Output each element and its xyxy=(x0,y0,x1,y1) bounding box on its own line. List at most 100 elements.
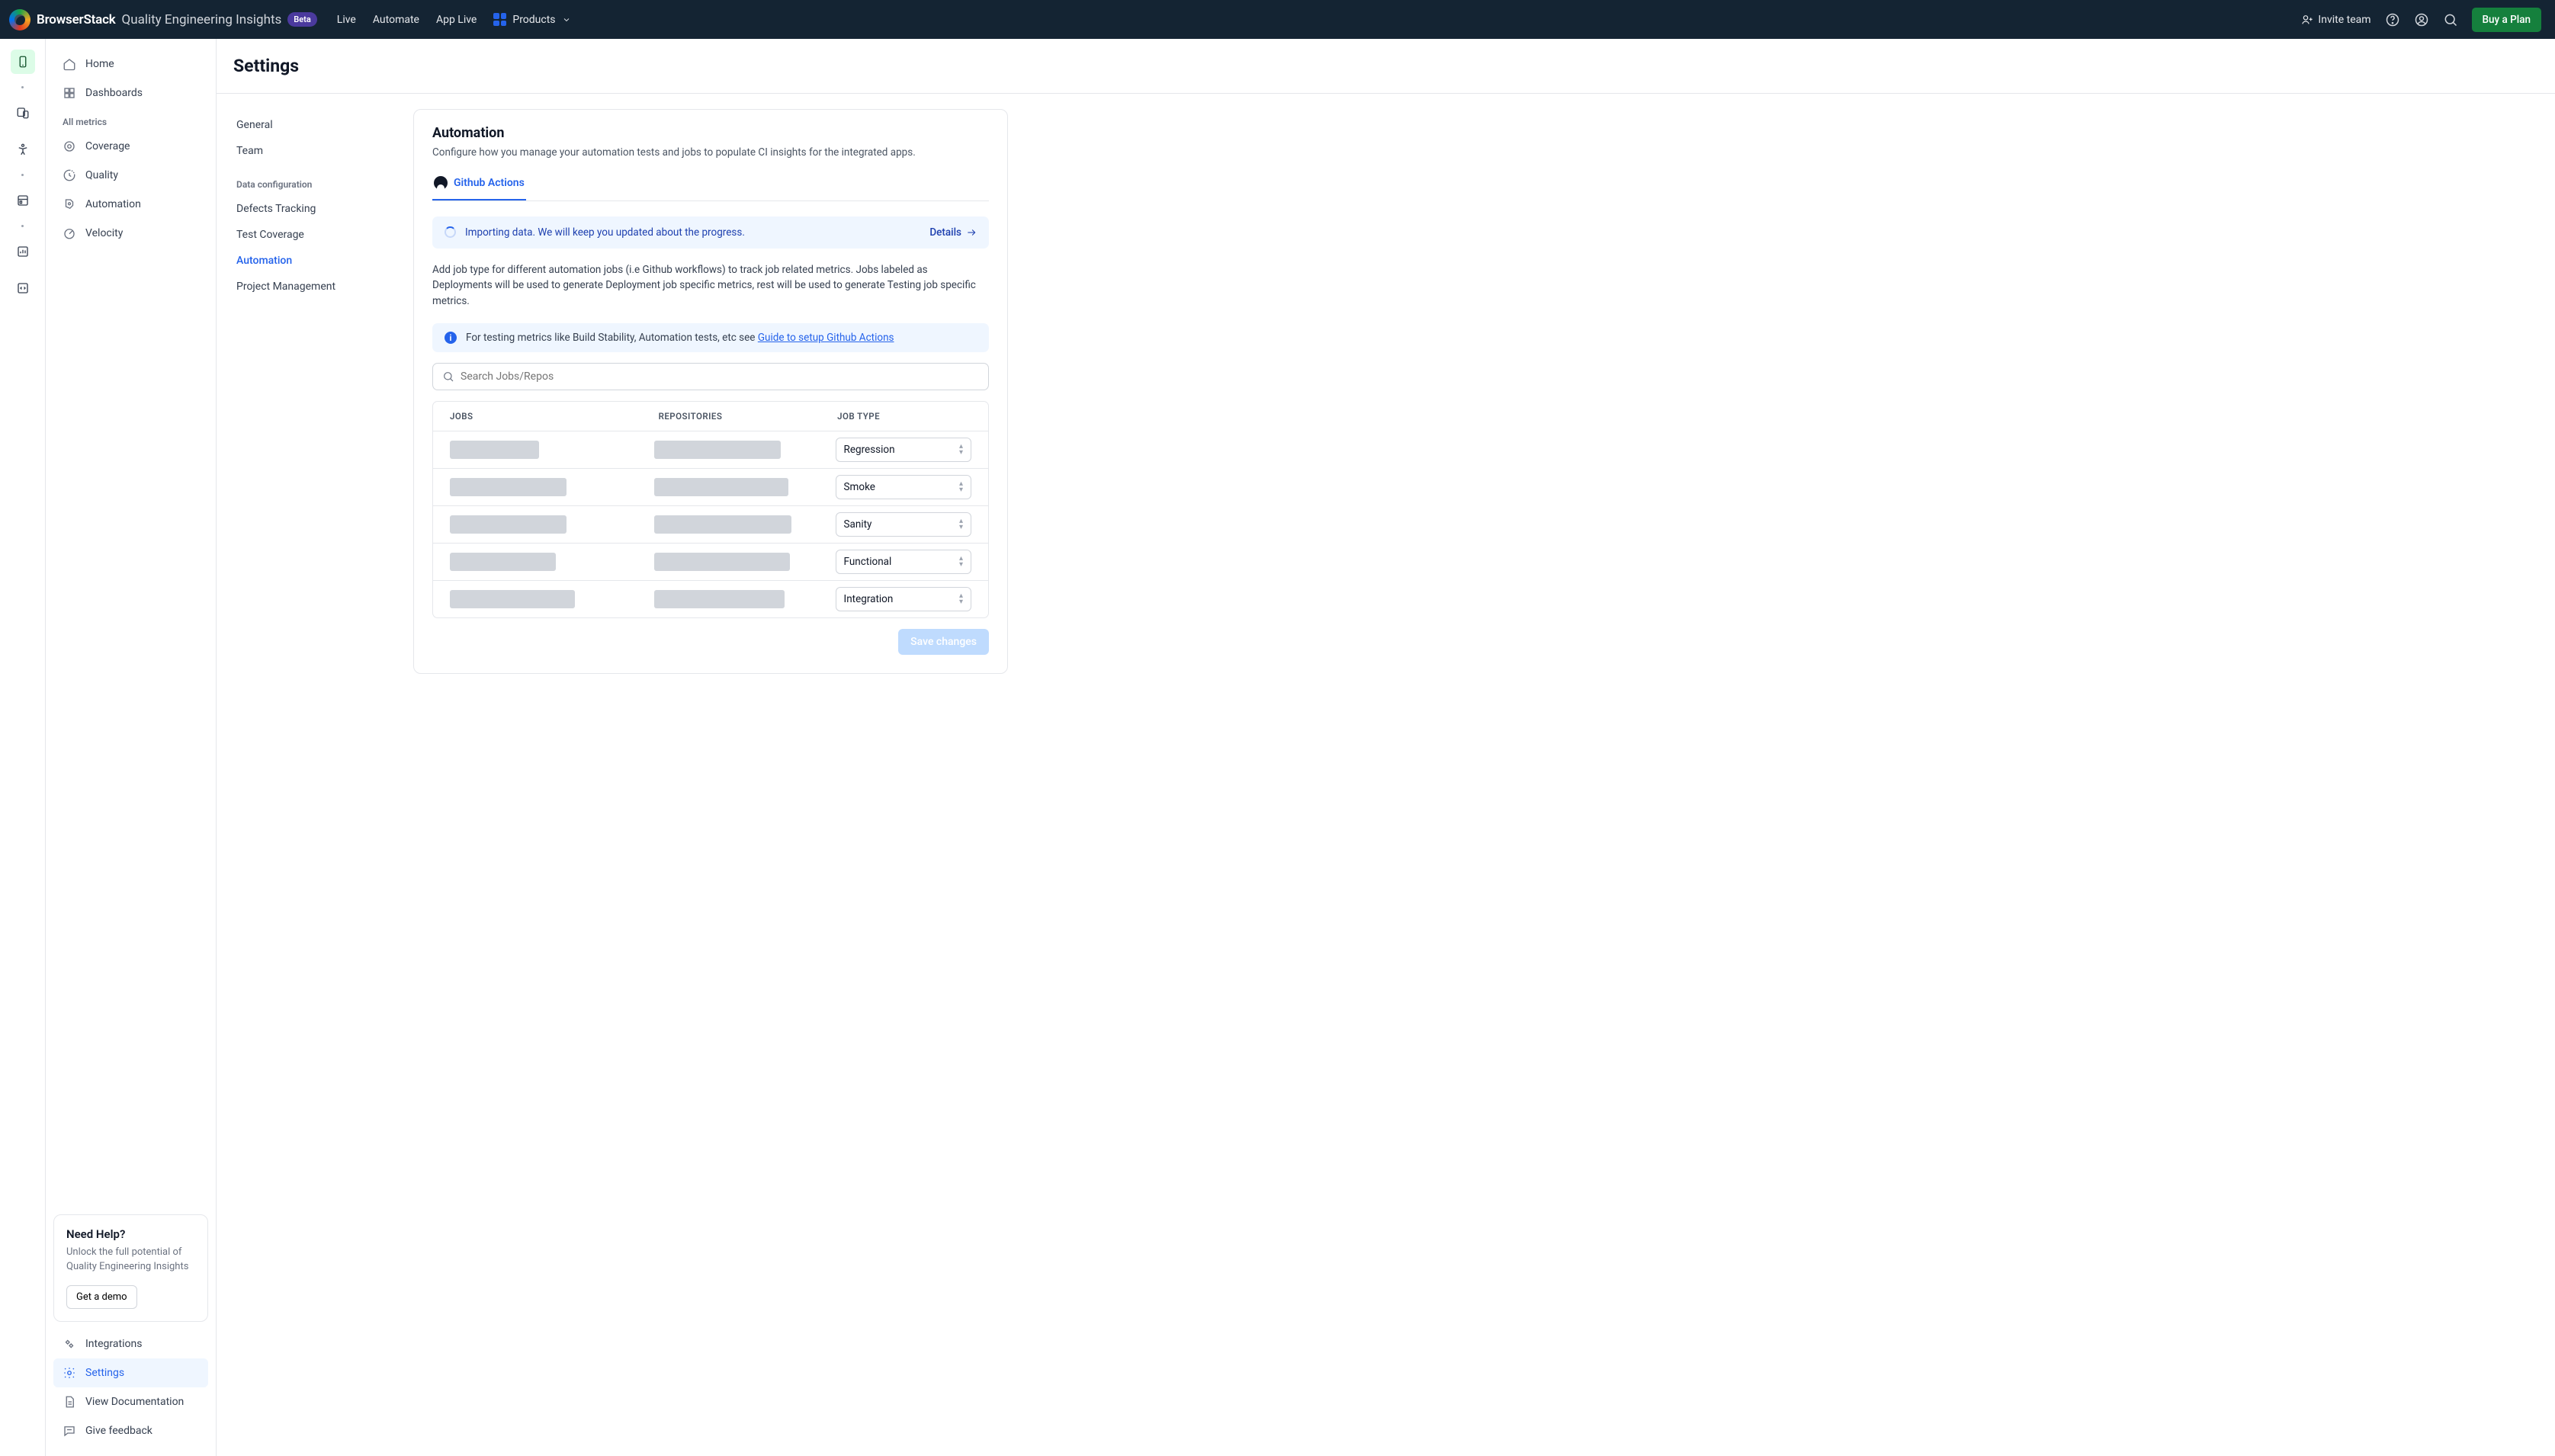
import-notice-text: Importing data. We will keep you updated… xyxy=(465,226,745,239)
sidebar-item-feedback[interactable]: Give feedback xyxy=(53,1416,208,1445)
updown-icon: ▴▾ xyxy=(959,481,963,493)
topbar: BrowserStack Quality Engineering Insight… xyxy=(0,0,2555,39)
page-title: Settings xyxy=(233,56,2538,76)
quality-icon xyxy=(63,168,76,182)
sidebar-item-label: Home xyxy=(85,58,114,70)
select-value: Integration xyxy=(844,593,894,605)
github-icon xyxy=(434,176,448,190)
sidebar-item-home[interactable]: Home xyxy=(53,50,208,79)
snav-pm[interactable]: Project Management xyxy=(233,274,413,300)
updown-icon: ▴▾ xyxy=(959,518,963,531)
sidebar-item-coverage[interactable]: Coverage xyxy=(53,132,208,161)
product-rail xyxy=(0,39,46,1456)
sidebar-item-label: View Documentation xyxy=(85,1396,184,1408)
dashboards-icon xyxy=(63,86,76,100)
tab-label: Github Actions xyxy=(454,177,525,189)
panel-body-text: Add job type for different automation jo… xyxy=(432,262,989,310)
import-details-link[interactable]: Details xyxy=(929,226,977,239)
main-content: Settings General Team Data configuration… xyxy=(217,39,2555,1456)
jobs-search[interactable] xyxy=(432,363,989,390)
job-type-select[interactable]: Regression ▴▾ xyxy=(836,438,971,462)
beta-badge: Beta xyxy=(287,12,317,27)
settings-subnav: General Team Data configuration Defects … xyxy=(233,109,413,674)
rail-item-dashboard[interactable] xyxy=(11,188,35,213)
updown-icon: ▴▾ xyxy=(959,444,963,456)
rail-separator xyxy=(21,86,24,88)
ci-provider-tabs: Github Actions xyxy=(432,167,989,201)
integrations-icon xyxy=(63,1337,76,1351)
velocity-icon xyxy=(63,226,76,240)
updown-icon: ▴▾ xyxy=(959,556,963,568)
snav-team[interactable]: Team xyxy=(233,138,413,164)
job-type-select[interactable]: Integration ▴▾ xyxy=(836,587,971,611)
devices-icon xyxy=(16,106,30,120)
jobs-search-input[interactable] xyxy=(461,370,979,383)
table-header: JOBS REPOSITORIES JOB TYPE xyxy=(433,402,988,431)
snav-defects[interactable]: Defects Tracking xyxy=(233,196,413,222)
col-repos: REPOSITORIES xyxy=(659,411,838,422)
select-value: Sanity xyxy=(844,518,872,531)
mobile-icon xyxy=(16,55,30,69)
select-value: Smoke xyxy=(844,481,875,493)
sidebar-item-dashboards[interactable]: Dashboards xyxy=(53,79,208,107)
nav-link-live[interactable]: Live xyxy=(337,14,356,26)
search-button[interactable] xyxy=(2443,12,2458,27)
sidebar-item-automation[interactable]: Automation xyxy=(53,190,208,219)
rail-item-mobile[interactable] xyxy=(11,50,35,74)
snav-coverage[interactable]: Test Coverage xyxy=(233,222,413,248)
job-type-select[interactable]: Sanity ▴▾ xyxy=(836,512,971,537)
guide-text: For testing metrics like Build Stability… xyxy=(466,332,894,344)
products-dropdown[interactable]: Products xyxy=(493,13,570,26)
snav-automation[interactable]: Automation xyxy=(233,248,413,274)
save-changes-button[interactable]: Save changes xyxy=(898,629,989,655)
sidebar-item-velocity[interactable]: Velocity xyxy=(53,219,208,248)
rail-separator xyxy=(21,225,24,227)
sidebar-item-integrations[interactable]: Integrations xyxy=(53,1329,208,1358)
rail-item-accessibility[interactable] xyxy=(11,137,35,162)
table-row: Smoke ▴▾ xyxy=(433,469,988,506)
col-jobs: JOBS xyxy=(450,411,659,422)
tab-github-actions[interactable]: Github Actions xyxy=(432,167,526,200)
guide-link[interactable]: Guide to setup Github Actions xyxy=(758,332,894,344)
chart-icon xyxy=(16,245,30,258)
sidebar: Home Dashboards All metrics Coverage Qua… xyxy=(46,39,217,1456)
rail-item-reports[interactable] xyxy=(11,239,35,264)
job-type-select[interactable]: Smoke ▴▾ xyxy=(836,475,971,499)
arrow-right-icon xyxy=(966,227,977,238)
feedback-icon xyxy=(63,1424,76,1438)
help-button[interactable] xyxy=(2385,12,2400,27)
details-label: Details xyxy=(929,226,961,239)
help-card-body: Unlock the full potential of Quality Eng… xyxy=(66,1246,195,1275)
help-card-title: Need Help? xyxy=(66,1227,195,1241)
sidebar-item-quality[interactable]: Quality xyxy=(53,161,208,190)
guide-banner: i For testing metrics like Build Stabili… xyxy=(432,323,989,352)
get-demo-button[interactable]: Get a demo xyxy=(66,1285,137,1309)
snav-general[interactable]: General xyxy=(233,112,413,138)
products-label: Products xyxy=(512,14,555,26)
document-icon xyxy=(63,1395,76,1409)
invite-team-label: Invite team xyxy=(2318,14,2370,26)
help-circle-icon xyxy=(2385,12,2400,27)
skeleton-loader xyxy=(654,441,782,459)
skeleton-loader xyxy=(450,553,556,571)
sidebar-item-label: Automation xyxy=(85,198,141,210)
nav-link-app-live[interactable]: App Live xyxy=(436,14,477,26)
buy-plan-button[interactable]: Buy a Plan xyxy=(2472,8,2541,32)
coverage-icon xyxy=(63,140,76,153)
brand-name: BrowserStack xyxy=(37,12,116,27)
job-type-select[interactable]: Functional ▴▾ xyxy=(836,550,971,574)
info-icon: i xyxy=(445,332,457,344)
account-button[interactable] xyxy=(2414,12,2429,27)
sidebar-item-label: Give feedback xyxy=(85,1425,152,1437)
import-notice: Importing data. We will keep you updated… xyxy=(432,216,989,249)
automation-panel: Automation Configure how you manage your… xyxy=(413,109,1008,674)
select-value: Regression xyxy=(844,444,895,456)
nav-link-automate[interactable]: Automate xyxy=(373,14,419,26)
invite-team-button[interactable]: Invite team xyxy=(2301,14,2370,26)
gear-icon xyxy=(63,1366,76,1380)
skeleton-loader xyxy=(654,553,790,571)
sidebar-item-docs[interactable]: View Documentation xyxy=(53,1387,208,1416)
rail-item-devices[interactable] xyxy=(11,101,35,125)
rail-item-code[interactable] xyxy=(11,276,35,300)
sidebar-item-settings[interactable]: Settings xyxy=(53,1358,208,1387)
